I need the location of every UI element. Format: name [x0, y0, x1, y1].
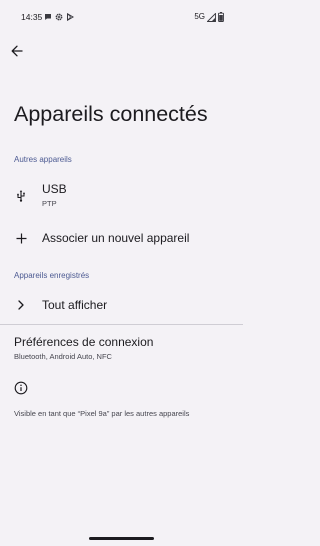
- battery-icon: [218, 12, 224, 22]
- network-type: 5G: [194, 12, 205, 21]
- pair-new-device-title: Associer un nouvel appareil: [42, 231, 190, 245]
- status-bar: 14:35 5G: [0, 0, 243, 32]
- divider: [0, 324, 243, 325]
- arrow-left-icon: [11, 45, 23, 57]
- page-title: Appareils connectés: [14, 102, 208, 126]
- plus-icon: [14, 231, 28, 245]
- pair-new-device-item[interactable]: Associer un nouvel appareil: [0, 225, 243, 251]
- signal-icon: [207, 12, 216, 22]
- see-all-title: Tout afficher: [42, 298, 108, 312]
- connection-preferences-summary: Bluetooth, Android Auto, NFC: [14, 352, 112, 361]
- connection-preferences-title: Préférences de connexion: [14, 335, 154, 349]
- usb-title: USB: [42, 182, 67, 196]
- back-button[interactable]: [7, 41, 27, 61]
- usb-item[interactable]: USB PTP: [0, 177, 243, 213]
- chevron-right-icon: [14, 298, 28, 312]
- usb-icon: [14, 189, 28, 203]
- notification-icons: [44, 12, 74, 22]
- section-header-saved-devices: Appareils enregistrés: [14, 271, 90, 280]
- play-store-icon: [66, 13, 74, 21]
- status-time: 14:35: [21, 12, 43, 22]
- usb-subtitle: PTP: [42, 199, 57, 208]
- section-header-other-devices: Autres appareils: [14, 155, 72, 164]
- gear-icon: [55, 13, 63, 21]
- see-all-item[interactable]: Tout afficher: [0, 292, 243, 318]
- gesture-navigation-bar[interactable]: [89, 537, 154, 540]
- chat-bubble-icon: [44, 13, 52, 21]
- device-visibility-text: Visible en tant que “Pixel 9a” par les a…: [14, 409, 190, 418]
- system-status-icons: 5G: [194, 12, 224, 22]
- info-icon: [14, 381, 28, 395]
